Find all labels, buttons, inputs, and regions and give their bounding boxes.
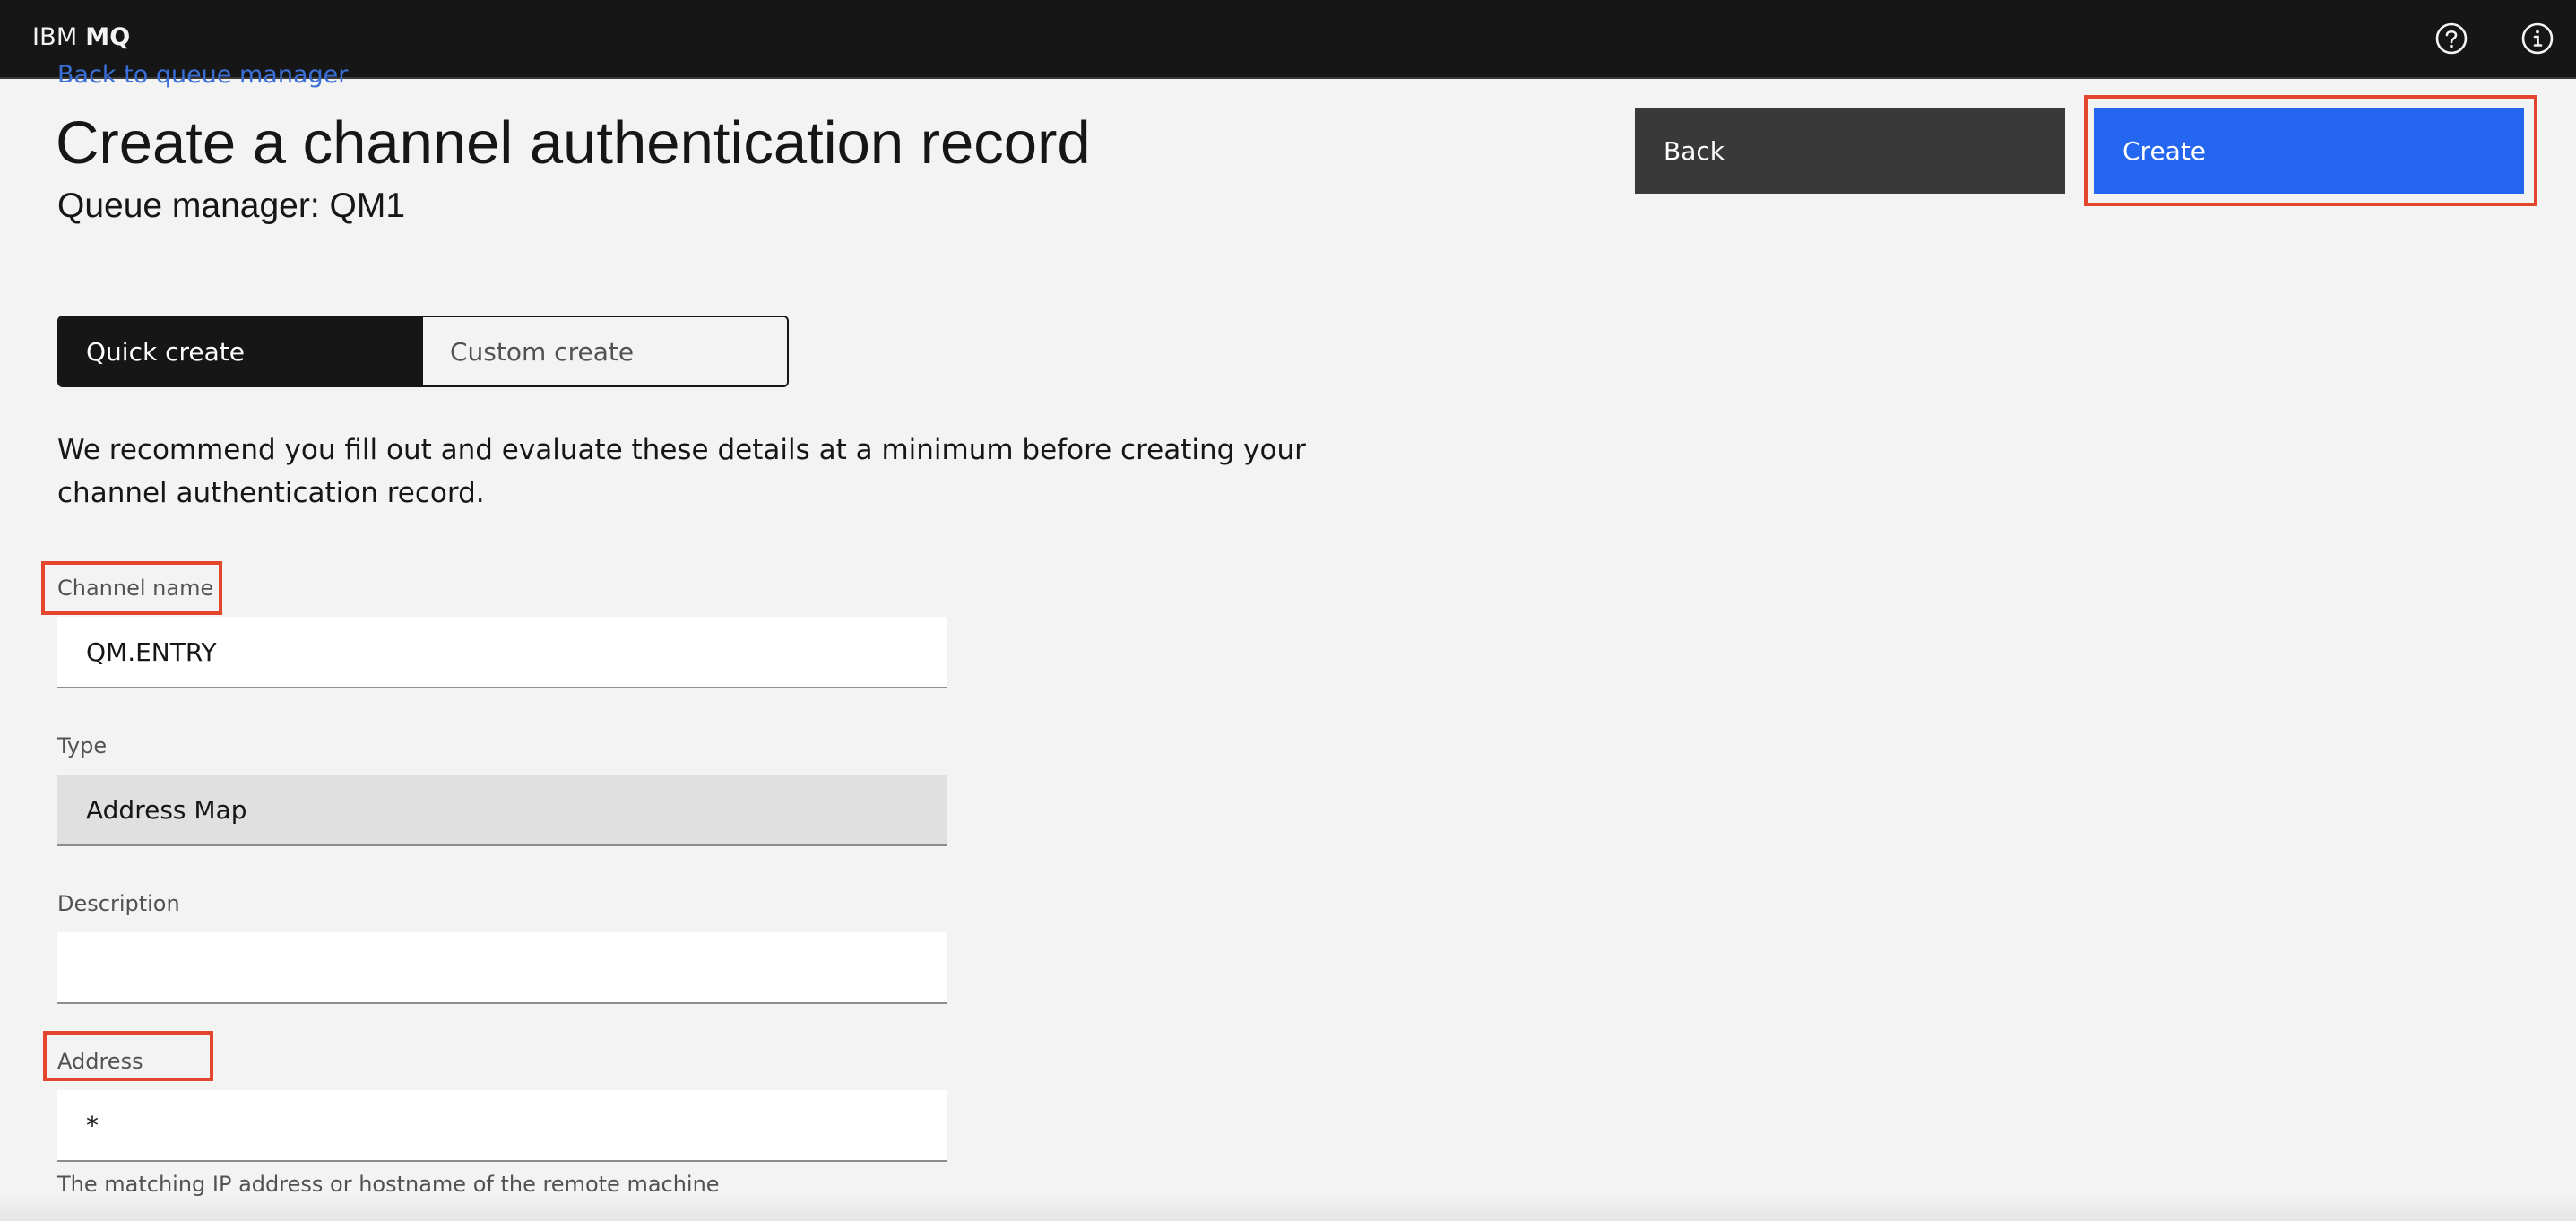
create-mode-switcher: Quick create Custom create [57, 316, 789, 387]
info-icon[interactable] [2517, 18, 2558, 59]
create-button[interactable]: Create [2094, 108, 2524, 194]
intro-text: We recommend you fill out and evaluate t… [57, 434, 1306, 509]
description-label: Description [57, 891, 180, 916]
help-icon[interactable] [2431, 18, 2472, 59]
type-field: Address Map [57, 775, 947, 846]
type-label: Type [57, 733, 108, 758]
brand-product: MQ [85, 23, 131, 51]
info-icon-graphic [2521, 22, 2554, 55]
help-icon-graphic [2435, 22, 2468, 55]
back-button[interactable]: Back [1635, 108, 2065, 194]
brand-prefix: IBM [32, 23, 78, 51]
top-header-bar: IBM MQ [0, 0, 2576, 79]
address-helper-text: The matching IP address or hostname of t… [57, 1172, 720, 1197]
description-input[interactable] [57, 932, 947, 1004]
address-label: Address [57, 1049, 143, 1074]
tab-quick-create[interactable]: Quick create [59, 317, 423, 385]
tab-custom-create[interactable]: Custom create [423, 317, 787, 385]
back-to-queue-manager-link[interactable]: Back to queue manager [57, 57, 348, 93]
channel-name-label: Channel name [57, 576, 214, 601]
page-subtitle: Queue manager: QM1 [57, 186, 406, 225]
address-input[interactable] [57, 1090, 947, 1162]
channel-name-input[interactable] [57, 617, 947, 688]
page-title: Create a channel authentication record [56, 109, 1091, 177]
product-brand[interactable]: IBM MQ [32, 20, 130, 56]
